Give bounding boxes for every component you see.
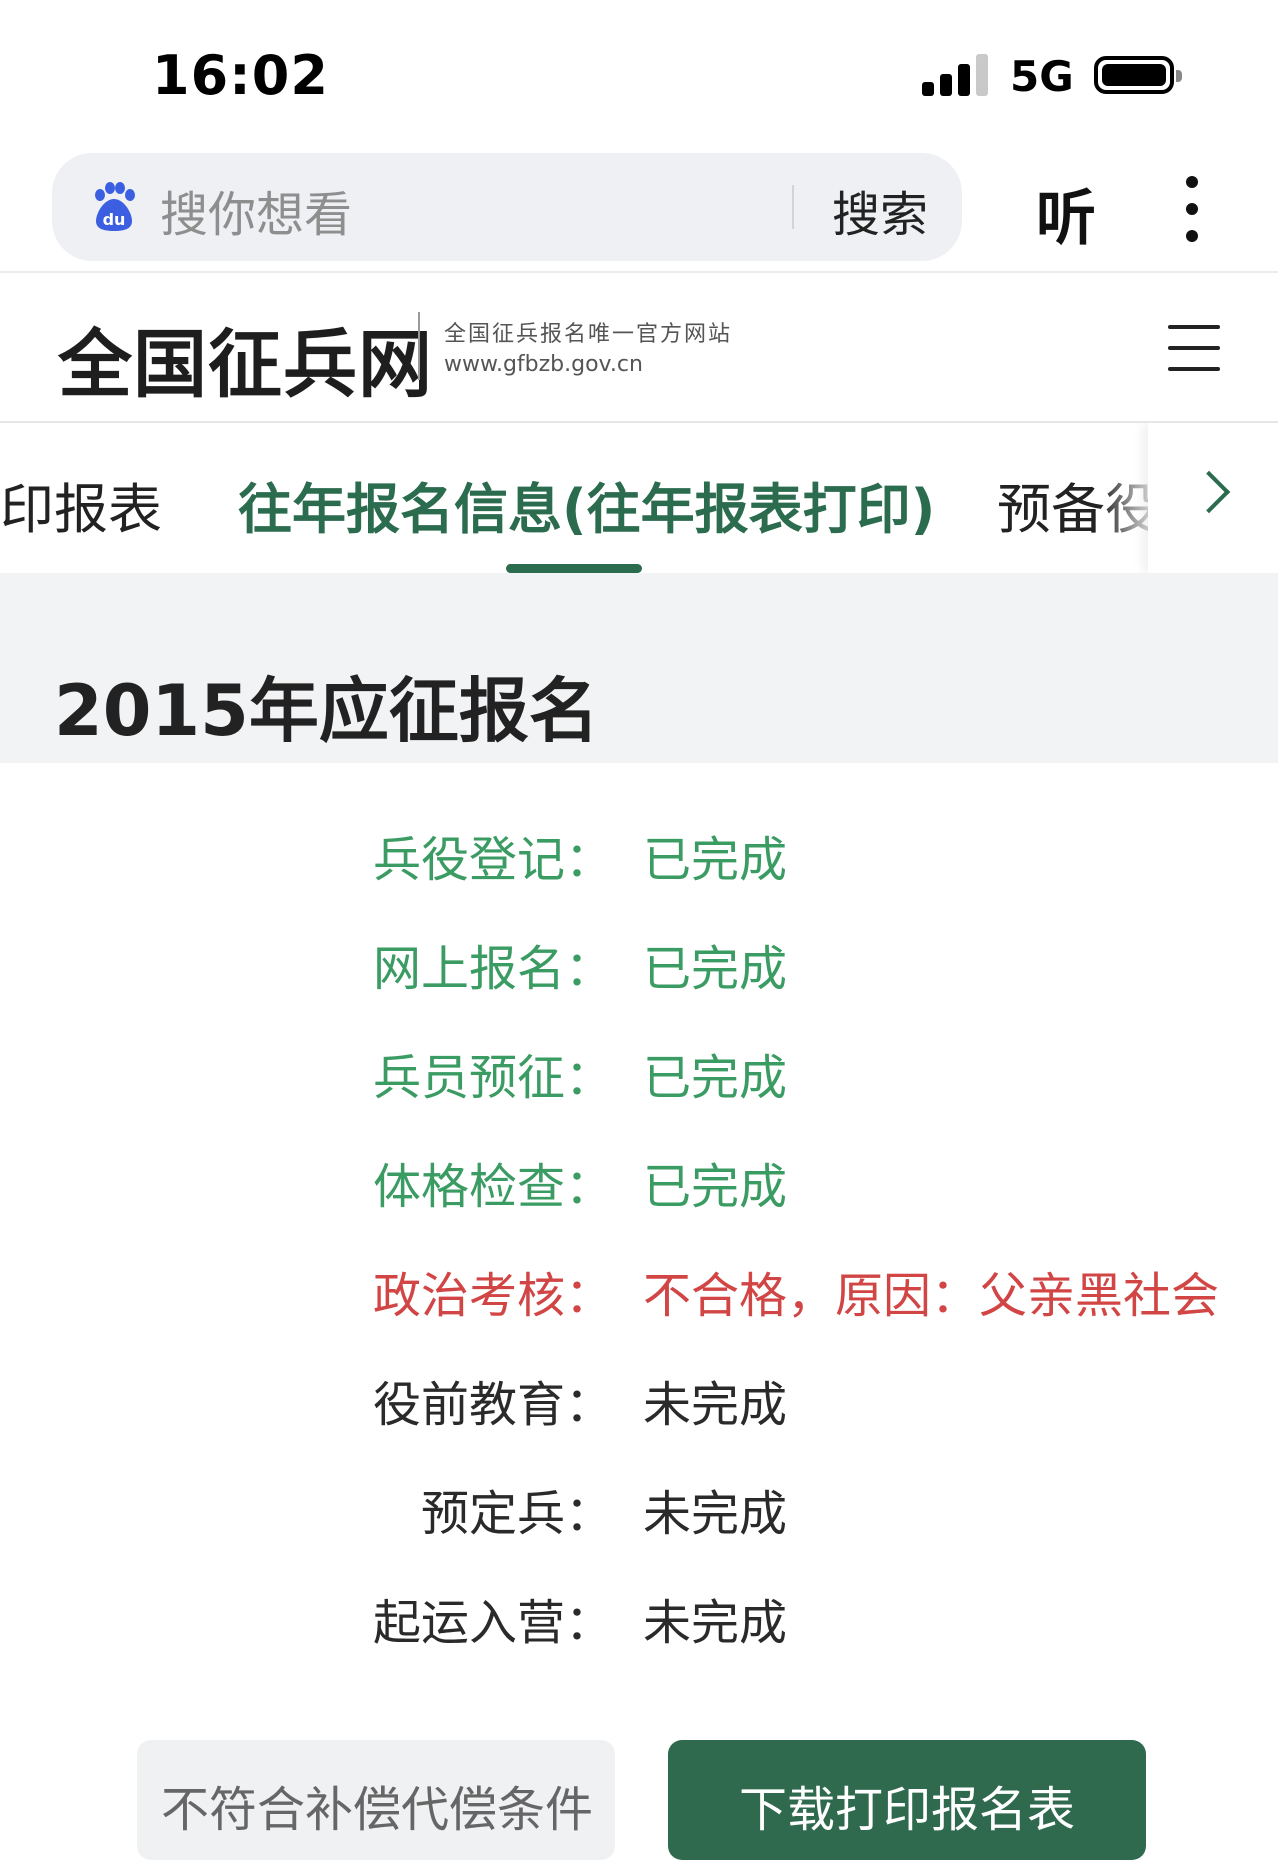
download-print-form-button[interactable]: 下载打印报名表 bbox=[668, 1740, 1146, 1860]
status-label: 政治考核： bbox=[372, 1268, 613, 1324]
baidu-paw-icon: du bbox=[95, 182, 135, 231]
compensation-ineligible-button[interactable]: 不符合补偿代偿条件 bbox=[137, 1740, 615, 1860]
site-slogan: 全国征兵报名唯一官方网站 bbox=[444, 322, 733, 347]
svg-text:du: du bbox=[103, 210, 126, 229]
chevron-right-icon bbox=[1187, 470, 1231, 514]
status-row-pre-enlistment: 兵员预征： 已完成 bbox=[0, 1038, 1278, 1118]
status-value: 未完成 bbox=[643, 1377, 788, 1433]
status-label: 网上报名： bbox=[372, 941, 613, 997]
status-row-pre-service-education: 役前教育： 未完成 bbox=[0, 1365, 1278, 1445]
status-row-political-review: 政治考核： 不合格，原因：父亲黑社会 bbox=[0, 1256, 1278, 1336]
status-row-designated-soldier: 预定兵： 未完成 bbox=[0, 1474, 1278, 1554]
tab-scroll-button[interactable] bbox=[1148, 423, 1278, 573]
status-value: 已完成 bbox=[643, 941, 788, 997]
battery-icon bbox=[1094, 56, 1182, 94]
status-label: 起运入营： bbox=[372, 1595, 613, 1651]
status-label: 兵役登记： bbox=[372, 832, 613, 888]
section-title: 2015年应征报名 bbox=[54, 670, 599, 752]
status-value: 未完成 bbox=[643, 1486, 788, 1542]
browser-search-bar[interactable]: du 搜你想看 搜索 bbox=[52, 153, 962, 261]
status-value: 已完成 bbox=[643, 1050, 788, 1106]
divider bbox=[0, 271, 1278, 273]
more-vertical-icon[interactable] bbox=[1186, 176, 1198, 242]
section-header: 2015年应征报名 bbox=[0, 573, 1278, 763]
status-label: 兵员预征： bbox=[372, 1050, 613, 1106]
status-value: 已完成 bbox=[643, 832, 788, 888]
listen-button[interactable]: 听 bbox=[1036, 170, 1096, 257]
tab-bar: 印报表 往年报名信息(往年报表打印) 预备役 bbox=[0, 423, 1278, 573]
status-row-camp-entry: 起运入营： 未完成 bbox=[0, 1583, 1278, 1663]
status-value: 已完成 bbox=[643, 1159, 788, 1215]
active-tab-indicator bbox=[506, 564, 642, 573]
site-logo[interactable]: 全国征兵网 bbox=[58, 305, 433, 412]
status-value: 不合格，原因：父亲黑社会 bbox=[643, 1268, 1220, 1324]
search-button[interactable]: 搜索 bbox=[832, 175, 928, 245]
status-row-online-signup: 网上报名： 已完成 bbox=[0, 929, 1278, 1009]
signal-icon bbox=[922, 54, 992, 96]
tab-print-form[interactable]: 印报表 bbox=[0, 465, 162, 544]
status-value: 未完成 bbox=[643, 1595, 788, 1651]
search-divider bbox=[792, 185, 794, 229]
status-time: 16:02 bbox=[152, 44, 329, 107]
network-type: 5G bbox=[1010, 52, 1074, 101]
site-url: www.gfbzb.gov.cn bbox=[444, 352, 643, 377]
status-label: 役前教育： bbox=[372, 1377, 613, 1433]
status-row-physical-exam: 体格检查： 已完成 bbox=[0, 1147, 1278, 1227]
button-label: 不符合补偿代偿条件 bbox=[161, 1782, 594, 1838]
status-bar: 16:02 5G bbox=[0, 0, 1278, 150]
logo-divider bbox=[418, 312, 420, 380]
status-label: 预定兵： bbox=[420, 1486, 613, 1542]
status-label: 体格检查： bbox=[372, 1159, 613, 1215]
search-input[interactable]: 搜你想看 bbox=[160, 175, 352, 245]
button-label: 下载打印报名表 bbox=[738, 1782, 1075, 1838]
status-row-registration: 兵役登记： 已完成 bbox=[0, 820, 1278, 900]
tab-past-registration[interactable]: 往年报名信息(往年报表打印) bbox=[238, 465, 935, 544]
hamburger-menu-icon[interactable] bbox=[1168, 325, 1220, 371]
